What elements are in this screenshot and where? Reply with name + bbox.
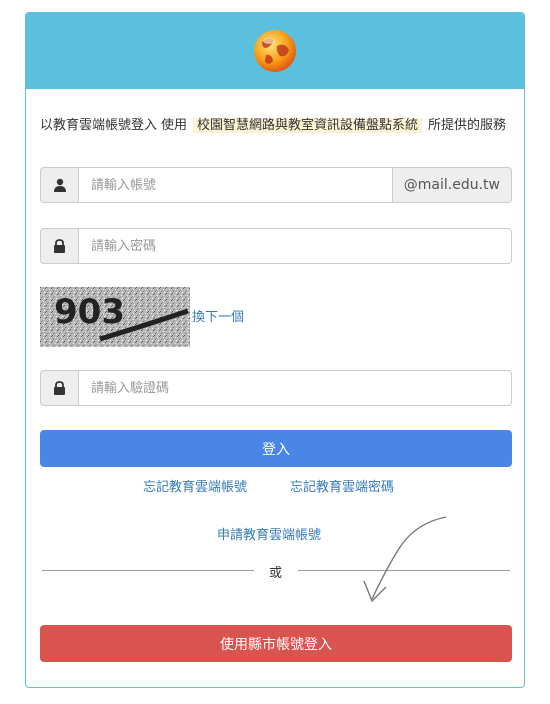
- handdrawn-arrow-icon: [363, 516, 447, 603]
- captcha-input[interactable]: [78, 370, 512, 406]
- intro-suffix: 所提供的服務: [428, 118, 507, 133]
- system-name: 校園智慧網路與教室資訊設備盤點系統: [193, 118, 423, 133]
- captcha-image: 903: [40, 287, 190, 347]
- lock-icon: [40, 228, 78, 264]
- captcha-input-group: [40, 370, 512, 406]
- account-input-group: @mail.edu.tw: [40, 167, 512, 203]
- password-input[interactable]: [78, 228, 512, 264]
- login-intro-text: 以教育雲端帳號登入 使用 校園智慧網路與教室資訊設備盤點系統 所提供的服務: [40, 116, 514, 135]
- forgot-password-link[interactable]: 忘記教育雲端密碼: [290, 476, 394, 495]
- lock-icon: [40, 370, 78, 406]
- login-card: 以教育雲端帳號登入使用校園智慧網路與教室資訊設備盤點系統所提供的服務 @mail…: [25, 12, 525, 688]
- globe-logo-icon: [254, 29, 296, 72]
- city-account-login-button[interactable]: 使用縣市帳號登入: [40, 625, 512, 662]
- forgot-account-link[interactable]: 忘記教育雲端帳號: [143, 476, 247, 495]
- intro-prefix: 以教育雲端帳號登入: [40, 118, 158, 133]
- password-input-group: [40, 228, 512, 264]
- account-input[interactable]: [78, 167, 393, 203]
- divider-left: [42, 570, 254, 571]
- captcha-text: 903: [54, 292, 125, 332]
- email-domain-addon: @mail.edu.tw: [392, 167, 512, 203]
- card-header: [26, 13, 524, 89]
- or-label: 或: [269, 566, 283, 581]
- apply-account-link[interactable]: 申請教育雲端帳號: [217, 524, 321, 543]
- login-button[interactable]: 登入: [40, 430, 512, 467]
- user-icon: [40, 167, 78, 203]
- card-body: 以教育雲端帳號登入使用校園智慧網路與教室資訊設備盤點系統所提供的服務 @mail…: [26, 89, 524, 687]
- intro-use: 使用: [161, 118, 188, 133]
- captcha-refresh-link[interactable]: 換下一個: [192, 306, 244, 325]
